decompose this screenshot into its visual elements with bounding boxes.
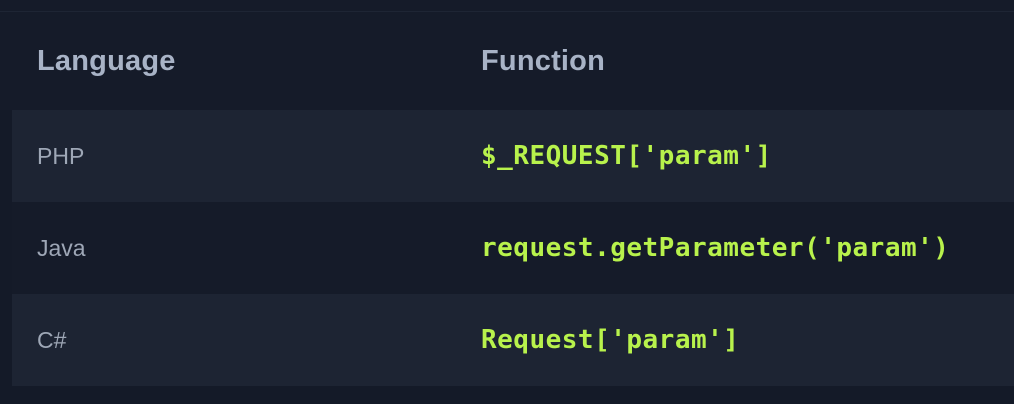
function-code: Request['param'] <box>481 325 740 355</box>
function-table: Language Function PHP $_REQUEST['param']… <box>0 12 1014 386</box>
language-name: Java <box>37 234 86 261</box>
language-name: C# <box>37 326 67 353</box>
column-header-function-label: Function <box>481 44 606 77</box>
language-cell: C# <box>37 294 66 386</box>
column-header-language: Language <box>37 12 176 110</box>
function-cell: $_REQUEST['param'] <box>481 110 772 202</box>
table-row: PHP $_REQUEST['param'] <box>12 110 1014 202</box>
function-code: $_REQUEST['param'] <box>481 141 772 171</box>
function-cell: request.getParameter('param') <box>481 202 949 294</box>
language-cell: Java <box>37 202 86 294</box>
language-name: PHP <box>37 142 85 169</box>
table-header-row: Language Function <box>0 12 1014 110</box>
table-top-border <box>0 0 1014 12</box>
function-code: request.getParameter('param') <box>481 233 950 263</box>
column-header-language-label: Language <box>37 44 176 77</box>
table-row: Java request.getParameter('param') <box>12 202 1014 294</box>
function-cell: Request['param'] <box>481 294 739 386</box>
column-header-function: Function <box>481 12 605 110</box>
table-row: C# Request['param'] <box>12 294 1014 386</box>
language-cell: PHP <box>37 110 84 202</box>
